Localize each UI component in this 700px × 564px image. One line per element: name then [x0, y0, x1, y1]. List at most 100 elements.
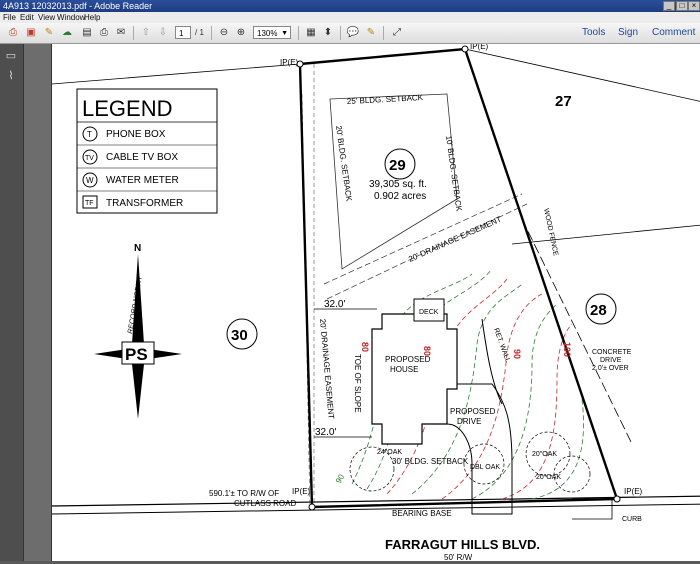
contour-elevation: 80 [360, 342, 370, 352]
adjacent-lot-line [51, 63, 301, 85]
title-bar: 4A913 12032013.pdf - Adobe Reader _ □ × [0, 0, 700, 12]
attachments-icon[interactable]: ⌇ [5, 70, 17, 82]
setback-label: 10' BLDG. SETBACK [444, 135, 464, 212]
highlight-icon[interactable]: ✎ [364, 26, 378, 40]
easement-label: 20' DRAINAGE EASEMENT [407, 215, 503, 264]
lot-number: 30 [231, 327, 248, 344]
toe-of-slope-label: TOE OF SLOPE [353, 354, 362, 413]
contour-elevation: 80 [422, 346, 432, 356]
close-button[interactable]: × [688, 1, 700, 11]
legend-title: LEGEND [82, 96, 172, 121]
edit-icon[interactable]: ✎ [42, 26, 56, 40]
fence-label: WOOD FENCE [542, 208, 559, 257]
page-number-input[interactable]: 1 [175, 26, 191, 39]
easement-label: 20' DRAINAGE EASEMENT [318, 318, 336, 419]
lot-number: 27 [555, 93, 572, 110]
email-icon[interactable]: ✉ [114, 26, 128, 40]
site-plan-drawing: LEGEND T PHONE BOX TV CABLE TV BOX W WAT… [51, 42, 700, 562]
minimize-button[interactable]: _ [663, 1, 675, 11]
toolbar-divider [298, 26, 299, 40]
drainage-easement-line [323, 193, 523, 285]
dimension-label: 32.0' [324, 299, 345, 310]
setback-label: 25' BLDG. SETBACK [347, 93, 424, 106]
iron-pin-label: IP(E) [292, 487, 311, 496]
proposed-house-outline [371, 313, 458, 445]
tools-pane-link[interactable]: Tools [582, 23, 605, 43]
concrete-drive-label: 2.0'± OVER [592, 365, 629, 372]
page-thumbnails-icon[interactable]: ▭ [5, 50, 17, 62]
comment-bubble-icon[interactable]: 💬 [346, 26, 360, 40]
concrete-drive-label: CONCRETE [592, 349, 632, 356]
previous-page-icon[interactable]: ⇧ [139, 26, 153, 40]
house-label: HOUSE [390, 365, 418, 374]
legend-label: CABLE TV BOX [106, 152, 178, 163]
menu-view[interactable]: View [38, 12, 55, 23]
next-page-icon[interactable]: ⇩ [156, 26, 170, 40]
south-arrow-point [132, 364, 144, 419]
navigation-pane: ▭ ⌇ [0, 44, 24, 561]
iron-pin-marker [613, 495, 621, 503]
toolbar-divider [340, 26, 341, 40]
contour-elevation: 100 [562, 342, 572, 357]
north-arrow: PS N RECORD NORTH [94, 243, 182, 419]
save-icon[interactable]: ▤ [80, 26, 94, 40]
curb-label: CURB [622, 516, 642, 523]
adjacent-lot-line [511, 224, 700, 245]
street-name: FARRAGUT HILLS BLVD. [385, 537, 540, 552]
page-total: / 1 [195, 28, 204, 37]
ps-logo: PS [125, 345, 148, 364]
menu-edit[interactable]: Edit [20, 12, 34, 23]
window-title: 4A913 12032013.pdf - Adobe Reader [3, 1, 153, 11]
legend-symbol: TV [85, 155, 94, 162]
concrete-drive-outline [572, 498, 613, 520]
toolbar-divider [133, 26, 134, 40]
iron-pin-label: IP(E) [280, 58, 299, 67]
legend-symbol: TF [85, 200, 94, 207]
zoom-out-icon[interactable]: ⊖ [217, 26, 231, 40]
iron-pin-marker [461, 45, 469, 53]
create-pdf-icon[interactable]: ⎙ [6, 26, 20, 40]
property-boundary [298, 47, 619, 509]
share-icon[interactable]: ☁ [60, 26, 74, 40]
iron-pin-label: IP(E) [470, 44, 489, 51]
legend-symbol: T [87, 130, 92, 139]
setback-label: 20' BLDG. SETBACK [334, 125, 354, 202]
document-area[interactable]: LEGEND T PHONE BOX TV CABLE TV BOX W WAT… [24, 42, 700, 562]
drive-label: DRIVE [457, 417, 481, 426]
toolbar-divider [383, 26, 384, 40]
north-label: N [134, 243, 141, 254]
menu-window[interactable]: Window [57, 12, 85, 23]
tree-label: 20"OAK [532, 451, 557, 458]
legend-symbol: W [86, 176, 94, 185]
sign-pane-link[interactable]: Sign [618, 23, 638, 43]
legend-label: TRANSFORMER [106, 198, 183, 209]
zoom-in-icon[interactable]: ⊕ [234, 26, 248, 40]
wood-fence-line [521, 218, 633, 445]
fit-page-icon[interactable]: ▦ [304, 26, 318, 40]
fit-width-icon[interactable]: ⬍ [321, 26, 335, 40]
dimension-label: 32.0' [315, 427, 336, 438]
pdf-page: LEGEND T PHONE BOX TV CABLE TV BOX W WAT… [51, 42, 700, 562]
toolbar: ⎙ ▣ ✎ ☁ ▤ ⎙ ✉ ⇧ ⇩ 1 / 1 ⊖ ⊕ 130% ▼ ▦ ⬍ 💬… [0, 23, 700, 44]
house-label: PROPOSED [385, 355, 431, 364]
adjacent-lot-line [464, 48, 700, 102]
menu-file[interactable]: File [3, 12, 16, 23]
zoom-level-select[interactable]: 130% ▼ [253, 26, 291, 39]
lot-number: 29 [389, 157, 406, 174]
deck-label: DECK [419, 309, 439, 316]
contour-elevation: 90 [334, 472, 347, 485]
menu-help[interactable]: Help [84, 12, 100, 23]
concrete-drive-label: DRIVE [600, 357, 622, 364]
legend-label: WATER METER [106, 175, 179, 186]
maximize-button[interactable]: □ [676, 1, 688, 11]
tree-label: 24"OAK [377, 449, 402, 456]
lot-number: 28 [590, 302, 607, 319]
print-icon[interactable]: ⎙ [97, 26, 111, 40]
setback-label: 30' BLDG. SETBACK [392, 457, 469, 466]
comment-pane-link[interactable]: Comment [652, 23, 695, 43]
right-of-way-note: CUTLASS ROAD [234, 499, 296, 508]
open-file-icon[interactable]: ▣ [24, 26, 38, 40]
expand-icon[interactable]: ⤢ [390, 26, 404, 40]
right-of-way-note: 590.1'± TO R/W OF [209, 489, 279, 498]
legend-label: PHONE BOX [106, 129, 166, 140]
